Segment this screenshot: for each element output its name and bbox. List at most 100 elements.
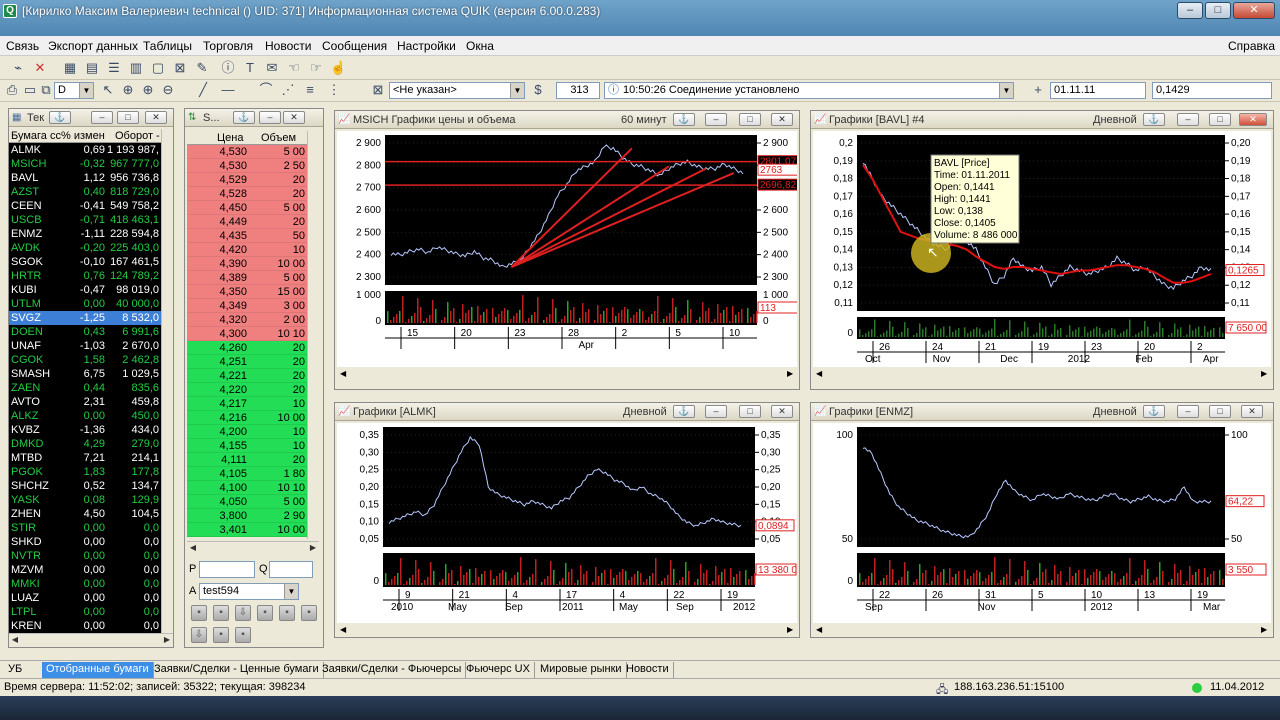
table-row[interactable]: SHCHZ 0,52 134,7 bbox=[9, 479, 161, 493]
table-row[interactable]: MMKI 0,00 0,0 bbox=[9, 577, 161, 591]
table-icon[interactable]: ▦ bbox=[62, 60, 78, 76]
scroll-left-icon[interactable]: ◀ bbox=[9, 634, 21, 645]
table-row[interactable]: DOEN 0,43 6 991,6 bbox=[9, 325, 161, 339]
tab-world-markets[interactable]: Мировые рынки bbox=[536, 662, 627, 678]
ask-row[interactable]: 4,320 2 00 bbox=[187, 313, 307, 327]
bid-row[interactable]: 4,251 20 bbox=[187, 355, 307, 369]
ask-row[interactable]: 4,349 3 00 bbox=[187, 299, 307, 313]
close-panel-button[interactable]: ✕ bbox=[771, 405, 793, 418]
orderbook-scrollbar[interactable] bbox=[307, 131, 319, 539]
ask-row[interactable]: 4,350 15 00 bbox=[187, 285, 307, 299]
close-panel-button[interactable]: ✕ bbox=[771, 113, 793, 126]
crosshair-icon[interactable]: ⊕ bbox=[120, 82, 136, 98]
down-icon[interactable]: ⇩ bbox=[191, 627, 207, 643]
plus-icon[interactable]: + bbox=[1030, 82, 1046, 98]
table-row[interactable]: CGOK 1,58 2 462,8 bbox=[9, 353, 161, 367]
table-row[interactable]: SHKD 0,00 0,0 bbox=[9, 535, 161, 549]
bid-row[interactable]: 4,155 10 bbox=[187, 439, 307, 453]
fan-icon[interactable]: ⋰ bbox=[280, 82, 296, 98]
col-header-change[interactable]: % измен bbox=[61, 129, 106, 143]
channel-icon[interactable]: ≡ bbox=[302, 82, 318, 98]
table-row[interactable]: ALKZ 0,00 450,0 bbox=[9, 409, 161, 423]
minimize-panel-button[interactable]: – bbox=[705, 113, 727, 126]
zoom-in-icon[interactable]: ⊕ bbox=[140, 82, 156, 98]
minimize-button[interactable]: – bbox=[1177, 2, 1203, 19]
info-icon[interactable]: ⓘ bbox=[220, 60, 236, 76]
minimize-panel-button[interactable]: – bbox=[705, 405, 727, 418]
menu-connection[interactable]: Связь bbox=[6, 39, 39, 53]
table-row[interactable]: AVDK -0,20 225 403,0 bbox=[9, 241, 161, 255]
table-row[interactable]: SVGZ -1,25 8 532,0 bbox=[9, 311, 161, 325]
preview-icon[interactable]: ▭ bbox=[22, 82, 38, 98]
chart-enmz[interactable]: 100 100 50 50 0 64,22 3 550 22 26 31 5 10 13 19 Sep Nov… bbox=[813, 423, 1271, 635]
bid-row[interactable]: 4,105 1 80 bbox=[187, 467, 307, 481]
bid-row[interactable]: 4,217 10 bbox=[187, 397, 307, 411]
buy-market-icon[interactable]: ⇩ bbox=[235, 605, 251, 621]
tab-futures-ux[interactable]: Фьючерс UX bbox=[462, 662, 535, 678]
horizontal-scrollbar[interactable]: ◀ ▶ bbox=[9, 633, 173, 645]
chart-bavl[interactable]: 0,20 0,2 0,19 0,19 0,18 0,18 0,17 0,17 0,16 0,16 0… bbox=[813, 131, 1271, 379]
menu-messages[interactable]: Сообщения bbox=[322, 39, 387, 53]
client-icon[interactable]: ⊠ bbox=[370, 82, 386, 98]
table-row[interactable]: LUAZ 0,00 0,0 bbox=[9, 591, 161, 605]
tab-ub[interactable]: УБ bbox=[4, 662, 26, 678]
ask-row[interactable]: 4,530 2 50 bbox=[187, 159, 307, 173]
table-row[interactable]: KUBI -0,47 98 019,0 bbox=[9, 283, 161, 297]
table-row[interactable]: SGOK -0,10 167 461,5 bbox=[9, 255, 161, 269]
arc-icon[interactable]: ⌒ bbox=[258, 82, 274, 98]
col-header-turnover[interactable]: Оборот - bbox=[115, 129, 161, 143]
anchor-icon[interactable]: ⚓ bbox=[673, 405, 695, 418]
p-input[interactable] bbox=[199, 561, 255, 578]
refresh-icon[interactable]: ▪ bbox=[235, 627, 251, 643]
menu-help[interactable]: Справка bbox=[1228, 39, 1275, 53]
account-input[interactable]: test594 ▼ bbox=[199, 583, 299, 600]
bid-row[interactable]: 4,221 20 bbox=[187, 369, 307, 383]
sell-icon[interactable]: ▪ bbox=[213, 605, 229, 621]
client-select[interactable]: <Не указан> ▼ bbox=[389, 82, 525, 99]
table-row[interactable]: ZAEN 0,44 835,6 bbox=[9, 381, 161, 395]
tab-orders-futures[interactable]: Заявки/Сделки - Фьючерсы bbox=[318, 662, 467, 678]
bid-row[interactable]: 3,800 2 90 bbox=[187, 509, 307, 523]
tab-orders-securities[interactable]: Заявки/Сделки - Ценные бумаги bbox=[150, 662, 324, 678]
table-row[interactable]: BAVL 1,12 956 736,8 bbox=[9, 171, 161, 185]
menu-news[interactable]: Новости bbox=[265, 39, 311, 53]
table-row[interactable]: ENMZ -1,11 228 594,8 bbox=[9, 227, 161, 241]
tab-news[interactable]: Новости bbox=[622, 662, 674, 678]
minimize-panel-button[interactable]: – bbox=[91, 111, 113, 124]
q-input[interactable] bbox=[269, 561, 313, 578]
table-row[interactable]: STIR 0,00 0,0 bbox=[9, 521, 161, 535]
table-row[interactable]: CEEN -0,41 549 758,2 bbox=[9, 199, 161, 213]
hand-icon[interactable]: ☜ bbox=[286, 60, 302, 76]
chart-almk[interactable]: 0,35 0,35 0,30 0,30 0,25 0,25 0,20 0,20 0,15 0,15… bbox=[337, 423, 797, 635]
hand2-icon[interactable]: ☞ bbox=[308, 60, 324, 76]
minimize-panel-button[interactable]: – bbox=[1177, 113, 1199, 126]
orders-icon[interactable]: ▥ bbox=[128, 60, 144, 76]
restore-panel-button[interactable]: □ bbox=[1209, 113, 1231, 126]
copy-icon[interactable]: ⧉ bbox=[38, 82, 54, 98]
table-row[interactable]: NVTR 0,00 0,0 bbox=[9, 549, 161, 563]
quotes-icon[interactable]: ▤ bbox=[84, 60, 100, 76]
close-button[interactable]: ✕ bbox=[1233, 2, 1275, 19]
chart-msich[interactable]: 2 9002 9002 8002 8002 7002 7002 6002 600… bbox=[337, 131, 797, 379]
bid-row[interactable]: 4,260 20 bbox=[187, 341, 307, 355]
date-field[interactable]: 01.11.11 bbox=[1050, 82, 1146, 99]
menu-trading[interactable]: Торговля bbox=[203, 39, 253, 53]
table-row[interactable]: AVTO 2,31 459,8 bbox=[9, 395, 161, 409]
ask-row[interactable]: 4,449 20 bbox=[187, 215, 307, 229]
table-row[interactable]: UNAF -1,03 2 670,0 bbox=[9, 339, 161, 353]
table-row[interactable]: MTBD 7,21 214,1 bbox=[9, 451, 161, 465]
text-icon[interactable]: T bbox=[242, 60, 258, 76]
table-row[interactable]: YASK 0,08 129,9 bbox=[9, 493, 161, 507]
pointer-icon[interactable]: ↖ bbox=[100, 82, 116, 98]
menu-windows[interactable]: Окна bbox=[466, 39, 494, 53]
scroll-right-icon[interactable]: ▶ bbox=[161, 634, 173, 645]
restore-panel-button[interactable]: □ bbox=[739, 405, 761, 418]
menu-tables[interactable]: Таблицы bbox=[143, 39, 192, 53]
close-panel-button[interactable]: ✕ bbox=[1241, 405, 1263, 418]
anchor-icon[interactable]: ⚓ bbox=[1143, 405, 1165, 418]
hand3-icon[interactable]: ☝ bbox=[330, 60, 346, 76]
message-field[interactable]: ⓘ 10:50:26 Соединение установлено ▼ bbox=[604, 82, 1014, 99]
ask-row[interactable]: 4,528 20 bbox=[187, 187, 307, 201]
table-row[interactable]: LTPL 0,00 0,0 bbox=[9, 605, 161, 619]
connect-icon[interactable]: ⌁ bbox=[10, 60, 26, 76]
